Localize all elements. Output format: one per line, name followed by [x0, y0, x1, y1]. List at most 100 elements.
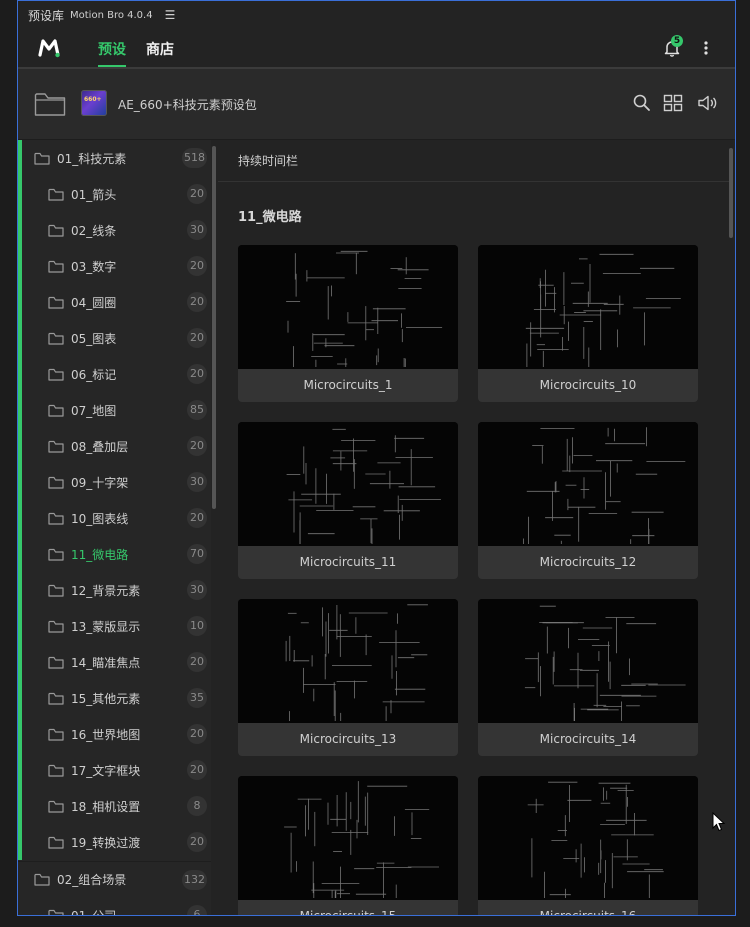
preset-card[interactable]: Microcircuits_16: [478, 776, 698, 915]
sidebar-item-label: 04_圆圈: [71, 295, 117, 310]
sidebar-item[interactable]: 15_其他元素 35: [18, 680, 211, 716]
sidebar-item[interactable]: 02_线条 30: [18, 212, 211, 248]
folder-icon: [48, 224, 64, 237]
item-count-badge: 8: [187, 796, 207, 816]
sidebar-item[interactable]: 19_转换过渡 20: [18, 824, 211, 860]
sidebar-item[interactable]: 09_十字架 30: [18, 464, 211, 500]
pack-path-bar: 660+ AE_660+科技元素预设包: [18, 69, 735, 140]
sidebar-item-label: 18_相机设置: [71, 799, 141, 814]
preset-card[interactable]: Microcircuits_14: [478, 599, 698, 756]
category-sidebar: 01_科技元素 518 01_箭头 20 02_线条 30 03_数字 20 04_圆圈 20 05…: [18, 140, 211, 915]
folder-icon: [48, 656, 64, 669]
folder-icon: [34, 873, 50, 886]
preset-card[interactable]: Microcircuits_10: [478, 245, 698, 402]
item-count-badge: 10: [187, 616, 207, 636]
preset-grid-area: 持续时间栏 11_微电路 Microcircuits_1 Microcircuit…: [218, 140, 735, 916]
sidebar-item[interactable]: 16_世界地图 20: [18, 716, 211, 752]
more-options-icon[interactable]: [703, 39, 709, 57]
sidebar-item[interactable]: 05_图表 20: [18, 320, 211, 356]
preset-card-label: Microcircuits_15: [299, 909, 397, 916]
sidebar-item-label: 02_线条: [71, 223, 117, 238]
sidebar-item[interactable]: 04_圆圈 20: [18, 284, 211, 320]
sidebar-item[interactable]: 06_标记 20: [18, 356, 211, 392]
item-count-badge: 132: [182, 870, 207, 890]
folder-icon: [48, 836, 64, 849]
preset-card-label: Microcircuits_12: [539, 555, 637, 569]
preset-preview: [238, 422, 458, 546]
tab-presets[interactable]: 预设: [98, 39, 126, 59]
sidebar-item[interactable]: 03_数字 20: [18, 248, 211, 284]
folder-icon: [48, 909, 64, 915]
sidebar-item-label: 11_微电路: [71, 547, 129, 562]
sidebar-scrollbar[interactable]: [212, 146, 216, 509]
hamburger-icon[interactable]: ☰: [165, 8, 176, 22]
preset-card[interactable]: Microcircuits_11: [238, 422, 458, 579]
item-count-badge: 35: [187, 688, 207, 708]
preset-card-label: Microcircuits_11: [299, 555, 397, 569]
item-count-badge: 70: [187, 544, 207, 564]
tab-store[interactable]: 商店: [146, 39, 174, 59]
sidebar-item[interactable]: 08_叠加层 20: [18, 428, 211, 464]
sidebar-item-label: 16_世界地图: [71, 727, 141, 742]
preset-preview: [238, 599, 458, 723]
sidebar-item[interactable]: 14_瞄准焦点 20: [18, 644, 211, 680]
sidebar-item[interactable]: 07_地图 85: [18, 392, 211, 428]
item-count-badge: 20: [187, 760, 207, 780]
preset-preview: [238, 776, 458, 900]
preset-preview: [478, 599, 698, 723]
preset-card[interactable]: Microcircuits_13: [238, 599, 458, 756]
grid-view-icon[interactable]: [663, 93, 683, 113]
preset-card[interactable]: Microcircuits_12: [478, 422, 698, 579]
item-count-badge: 20: [187, 364, 207, 384]
sidebar-item[interactable]: 17_文字框块 20: [18, 752, 211, 788]
search-icon[interactable]: [632, 93, 652, 113]
item-count-badge: 20: [187, 256, 207, 276]
item-count-badge: 20: [187, 508, 207, 528]
app-name: Motion Bro 4.0.4: [70, 9, 153, 21]
duration-bar-label: 持续时间栏: [218, 140, 730, 182]
sidebar-item-label: 02_组合场景: [57, 873, 127, 887]
motion-bro-panel: 预设库 Motion Bro 4.0.4 ☰ 预设 商店 5 660+ AE_6…: [17, 0, 736, 916]
sidebar-item-label: 06_标记: [71, 367, 117, 382]
preset-preview: [238, 245, 458, 369]
item-count-badge: 20: [187, 436, 207, 456]
item-count-badge: 20: [187, 184, 207, 204]
sidebar-item[interactable]: 01_公司 6: [18, 897, 211, 915]
preset-card[interactable]: Microcircuits_15: [238, 776, 458, 916]
folder-icon: [48, 188, 64, 201]
sidebar-item[interactable]: 10_图表线 20: [18, 500, 211, 536]
top-nav: 预设 商店 5: [18, 29, 735, 69]
grid-scrollbar[interactable]: [729, 148, 733, 238]
sidebar-item-label: 12_背景元素: [71, 583, 141, 598]
sidebar-group[interactable]: 01_科技元素 518: [18, 140, 211, 176]
folder-icon: [48, 440, 64, 453]
folder-icon: [48, 476, 64, 489]
item-count-badge: 85: [187, 400, 207, 420]
item-count-badge: 20: [187, 292, 207, 312]
sidebar-item-label: 14_瞄准焦点: [71, 655, 141, 670]
preset-preview: [478, 422, 698, 546]
preset-card-label: Microcircuits_1: [303, 378, 393, 392]
sidebar-item[interactable]: 18_相机设置 8: [18, 788, 211, 824]
pack-thumbnail: 660+: [81, 90, 107, 116]
item-count-badge: 30: [187, 580, 207, 600]
folder-icon: [48, 404, 64, 417]
sidebar-item-label: 13_蒙版显示: [71, 619, 141, 634]
preset-card[interactable]: Microcircuits_1: [238, 245, 458, 402]
sidebar-item[interactable]: 12_背景元素 30: [18, 572, 211, 608]
active-tab-indicator: [98, 65, 126, 67]
pack-name: AE_660+科技元素预设包: [118, 98, 257, 112]
folder-icon[interactable]: [34, 91, 66, 117]
sidebar-item[interactable]: 11_微电路 70: [18, 536, 211, 572]
speaker-icon[interactable]: [697, 93, 717, 113]
sidebar-item-label: 15_其他元素: [71, 691, 141, 706]
folder-icon: [48, 296, 64, 309]
sidebar-item-label: 19_转换过渡: [71, 835, 141, 850]
sidebar-item[interactable]: 01_箭头 20: [18, 176, 211, 212]
category-title: 11_微电路: [238, 210, 302, 225]
sidebar-item-label: 08_叠加层: [71, 439, 129, 454]
folder-icon: [48, 260, 64, 273]
sidebar-item[interactable]: 13_蒙版显示 10: [18, 608, 211, 644]
sidebar-group[interactable]: 02_组合场景 132: [18, 861, 211, 897]
preset-card-label: Microcircuits_14: [539, 732, 637, 746]
